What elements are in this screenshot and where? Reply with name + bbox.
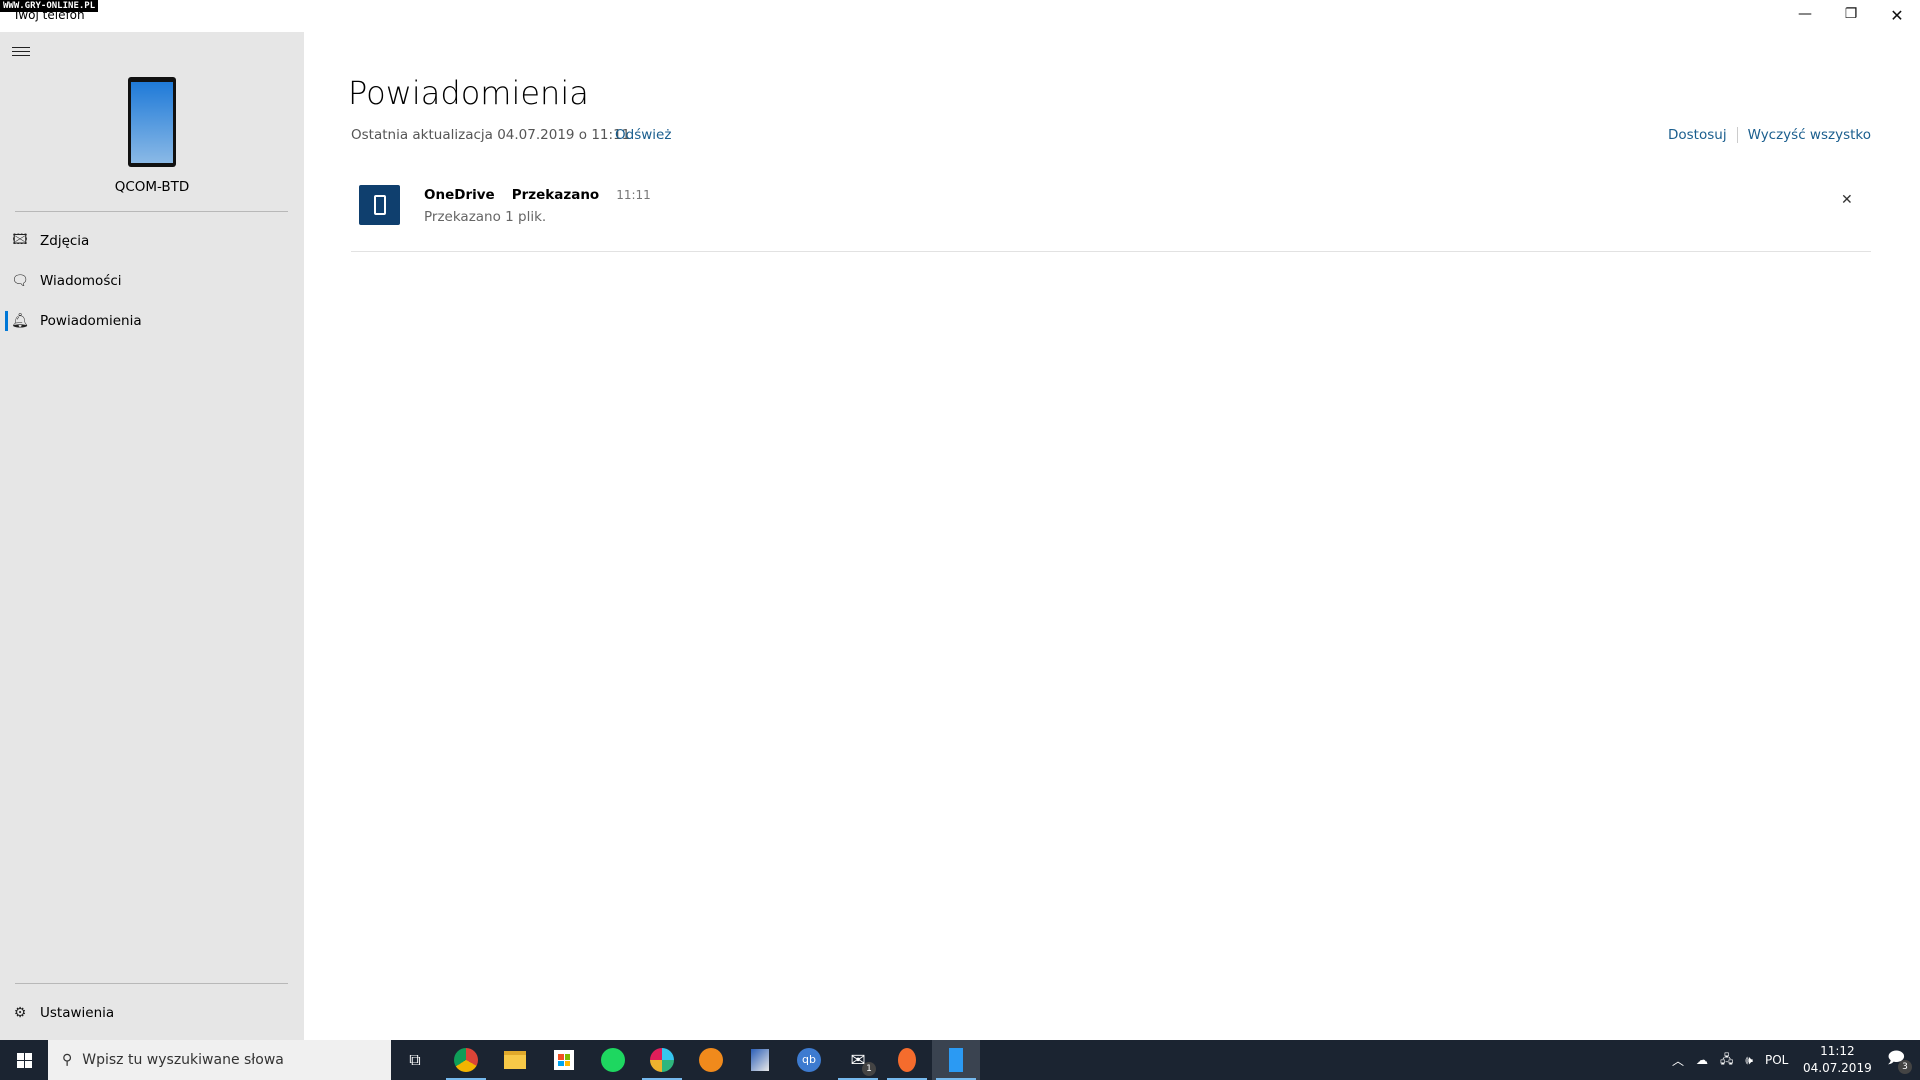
close-window-button[interactable]: ✕ [1887,6,1907,26]
windows-icon [16,1052,32,1068]
link-separator [1736,127,1738,143]
phone-image [128,77,176,167]
message-icon: 🗨 [11,273,29,289]
sidebar-item-settings[interactable]: ⚙ Ustawienia [0,995,304,1031]
taskbar-your-phone[interactable] [932,1040,980,1080]
folder-icon [504,1051,526,1069]
notification-body: Przekazano 1 plik. [424,209,547,225]
clear-all-link[interactable]: Wyczyść wszystko [1748,127,1871,143]
sidebar-bottom-divider [15,983,288,984]
watermark: WWW.GRY-ONLINE.PL [0,0,99,12]
language-indicator[interactable]: POL [1765,1053,1788,1067]
sidebar-item-photos[interactable]: 🖾 Zdjęcia [0,223,304,259]
minimize-button[interactable]: — [1795,6,1815,26]
taskbar-origin[interactable] [883,1040,931,1080]
hamburger-icon [12,47,30,56]
sidebar-item-label: Ustawienia [40,1005,115,1021]
restore-button[interactable]: ❐ [1841,6,1861,26]
sidebar: QCOM-BTD 🖾 Zdjęcia 🗨 Wiadomości 🔔︎ Powiadom… [0,32,304,1040]
taskbar-task-view[interactable]: ⧉ [391,1040,439,1080]
task-view-icon: ⧉ [409,1050,421,1069]
notification-app: OneDrive [424,187,495,203]
taskbar-spotify[interactable] [589,1040,637,1080]
chevron-up-icon[interactable]: ︿ [1672,1052,1684,1069]
origin-icon [898,1048,916,1072]
photos-icon: 🖾 [12,232,28,248]
xnview-icon [699,1048,723,1072]
qbittorrent-icon: qb [797,1048,821,1072]
dismiss-notification-button[interactable]: ✕ [1841,192,1853,208]
search-icon: ⚲ [62,1052,73,1068]
close-icon: ✕ [1890,6,1904,25]
clock[interactable]: 11:12 04.07.2019 [1803,1040,1872,1080]
taskbar-mail[interactable]: ✉ 1 [834,1040,882,1080]
chrome-icon [454,1048,478,1072]
customize-link[interactable]: Dostosuj [1668,127,1727,143]
store-icon [554,1050,574,1070]
taskbar-image-editor[interactable] [736,1040,784,1080]
taskbar-qbittorrent[interactable]: qb [785,1040,833,1080]
clock-time: 11:12 [1820,1044,1855,1058]
sidebar-item-messages[interactable]: 🗨 Wiadomości [0,263,304,299]
taskbar-search-input[interactable]: ⚲ Wpisz tu wyszukiwane słowa [48,1040,391,1080]
your-phone-icon [949,1048,963,1072]
device-name: QCOM-BTD [114,179,190,195]
page-title: Powiadomienia [348,74,589,112]
notification-item[interactable]: OneDrive Przekazano 11:11 Przekazano 1 p… [351,176,1871,252]
restore-icon: ❐ [1844,6,1858,22]
refresh-link[interactable]: Odśwież [615,127,671,143]
onedrive-icon[interactable]: ☁ [1696,1053,1708,1067]
search-placeholder: Wpisz tu wyszukiwane słowa [82,1052,284,1068]
sidebar-item-label: Powiadomienia [40,313,142,329]
gear-icon: ⚙ [13,1005,27,1021]
system-tray: ︿ ☁ 🖧 🕪 POL [1672,1040,1788,1080]
phone-app-icon [359,185,400,225]
sidebar-item-notifications[interactable]: 🔔︎ Powiadomienia [0,303,304,339]
sidebar-divider [15,211,288,212]
taskbar-store[interactable] [540,1040,588,1080]
spotify-icon [601,1048,625,1072]
sidebar-item-label: Wiadomości [40,273,122,289]
action-center-badge: 3 [1898,1060,1912,1074]
taskbar-chrome[interactable] [442,1040,490,1080]
clock-date: 04.07.2019 [1803,1061,1872,1075]
start-button[interactable] [0,1040,48,1080]
taskbar-file-explorer[interactable] [491,1040,539,1080]
last-update-text: Ostatnia aktualizacja 04.07.2019 o 11:11 [351,127,631,143]
taskbar-xnview[interactable] [687,1040,735,1080]
minimize-icon: — [1798,6,1812,22]
network-icon[interactable]: 🖧 [1720,1050,1733,1071]
mail-badge: 1 [862,1062,876,1076]
close-icon: ✕ [1841,192,1853,208]
notification-title: Przekazano [511,187,600,203]
hamburger-menu-button[interactable] [12,44,30,59]
volume-icon[interactable]: 🕪 [1745,1053,1753,1068]
image-editor-icon [751,1049,769,1071]
action-center-button[interactable]: 🗩 3 [1876,1040,1916,1080]
sidebar-item-label: Zdjęcia [40,233,90,249]
bell-icon: 🔔︎ [11,313,29,329]
slack-icon [650,1048,674,1072]
notification-time: 11:11 [616,188,651,202]
taskbar-slack[interactable] [638,1040,686,1080]
